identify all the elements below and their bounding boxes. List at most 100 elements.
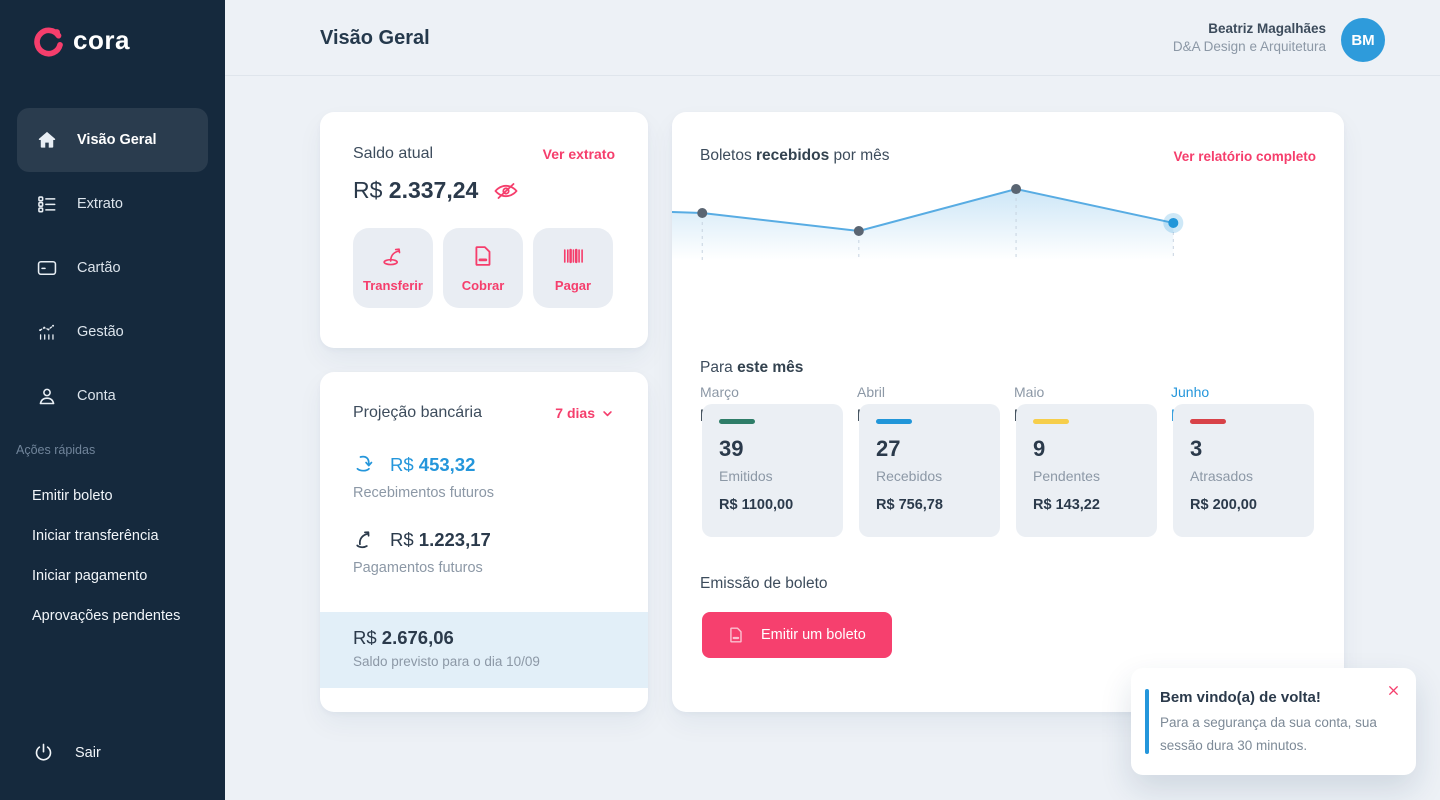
outgoing-amount: R$ 1.223,17 <box>390 529 491 551</box>
quick-actions-list: Emitir boletoIniciar transferênciaInicia… <box>0 476 225 636</box>
arrow-out-icon <box>353 527 378 552</box>
user-company: D&A Design e Arquitetura <box>1173 39 1326 54</box>
quick-actions-title: Ações rápidas <box>16 443 95 457</box>
logout-button[interactable]: Sair <box>32 741 101 764</box>
stat-card-pendentes: 9 Pendentes R$ 143,22 <box>1016 404 1157 537</box>
welcome-toast: Bem vindo(a) de volta! Para a segurança … <box>1131 668 1416 775</box>
cora-logo-text: cora <box>73 27 130 57</box>
stat-count: 3 <box>1190 436 1297 462</box>
stat-card-emitidos: 39 Emitidos R$ 1100,00 <box>702 404 843 537</box>
chart-point-junho <box>1168 218 1178 228</box>
stat-value: R$ 756,78 <box>876 497 983 513</box>
eye-off-icon[interactable] <box>492 179 520 203</box>
this-month-title: Para este mês <box>700 359 803 377</box>
avatar[interactable]: BM <box>1341 18 1385 62</box>
sidebar-item-label: Gestão <box>77 324 124 340</box>
stat-color-bar <box>1190 419 1226 424</box>
forecast-label: Saldo previsto para o dia 10/09 <box>353 654 615 669</box>
user-block: Beatriz Magalhães D&A Design e Arquitetu… <box>1173 21 1326 54</box>
sidebar-nav: Visão Geral Extrato Cartão Gestão Conta <box>0 108 225 428</box>
power-icon <box>32 741 55 764</box>
view-statement-link[interactable]: Ver extrato <box>543 146 615 162</box>
stat-card-atrasados: 3 Atrasados R$ 200,00 <box>1173 404 1314 537</box>
incoming-amount: R$ 453,32 <box>390 454 475 476</box>
transfer-icon <box>380 243 406 269</box>
user-icon <box>36 385 58 407</box>
stat-label: Recebidos <box>876 468 983 484</box>
pagar-button[interactable]: Pagar <box>533 228 613 308</box>
stat-label: Emitidos <box>719 468 826 484</box>
transferir-button[interactable]: Transferir <box>353 228 433 308</box>
list-icon <box>36 193 58 215</box>
emit-boleto-label: Emitir um boleto <box>761 627 866 643</box>
close-icon[interactable] <box>1386 683 1401 698</box>
sidebar-item-extrato[interactable]: Extrato <box>17 172 208 236</box>
balance-card-title: Saldo atual <box>353 145 433 163</box>
sidebar-item-label: Extrato <box>77 196 123 212</box>
tile-label: Cobrar <box>462 278 505 293</box>
cora-logo[interactable]: cora <box>32 26 130 58</box>
home-icon <box>36 129 58 151</box>
balance-actions: Transferir Cobrar Pagar <box>353 228 615 308</box>
arrow-in-icon <box>353 452 378 477</box>
sidebar-item-label: Conta <box>77 388 116 404</box>
emission-title: Emissão de boleto <box>700 575 828 593</box>
toast-title: Bem vindo(a) de volta! <box>1160 689 1321 706</box>
toast-accent-bar <box>1145 689 1149 754</box>
stat-count: 9 <box>1033 436 1140 462</box>
quick-action-aprovacoes-pendentes[interactable]: Aprovações pendentes <box>0 596 225 636</box>
chart-point-maio <box>1011 184 1021 194</box>
stat-card-recebidos: 27 Recebidos R$ 756,78 <box>859 404 1000 537</box>
toast-body: Para a segurança da sua conta, sua sessã… <box>1160 712 1384 758</box>
chevron-down-icon <box>600 406 615 421</box>
incoming-label: Recebimentos futuros <box>353 485 615 501</box>
quick-action-emitir-boleto[interactable]: Emitir boleto <box>0 476 225 516</box>
emit-boleto-button[interactable]: Emitir um boleto <box>702 612 892 658</box>
stat-value: R$ 143,22 <box>1033 497 1140 513</box>
chart-point-marco <box>697 208 707 218</box>
month-name: Abril <box>857 384 1007 400</box>
chart-icon <box>36 321 58 343</box>
boletos-chart <box>672 165 1344 260</box>
sidebar-item-label: Visão Geral <box>77 132 157 148</box>
sidebar-item-cartao[interactable]: Cartão <box>17 236 208 300</box>
period-dropdown[interactable]: 7 dias <box>555 405 615 421</box>
quick-action-iniciar-transferencia[interactable]: Iniciar transferência <box>0 516 225 556</box>
boletos-chart-title: Boletos recebidos por mês <box>700 147 890 165</box>
user-name: Beatriz Magalhães <box>1173 21 1326 36</box>
sidebar-item-conta[interactable]: Conta <box>17 364 208 428</box>
card-icon <box>36 257 58 279</box>
stat-count: 39 <box>719 436 826 462</box>
forecast-amount: R$ 2.676,06 <box>353 627 615 649</box>
document-icon <box>470 243 496 269</box>
month-name: Março <box>700 384 850 400</box>
quick-action-iniciar-pagamento[interactable]: Iniciar pagamento <box>0 556 225 596</box>
month-stats: 39EmitidosR$ 1100,0027RecebidosR$ 756,78… <box>702 404 1314 537</box>
tile-label: Pagar <box>555 278 591 293</box>
stat-color-bar <box>876 419 912 424</box>
stat-value: R$ 200,00 <box>1190 497 1297 513</box>
outgoing-label: Pagamentos futuros <box>353 560 615 576</box>
sidebar: cora Visão Geral Extrato Cartão Gestão Conta… <box>0 0 225 800</box>
balance-amount: R$ 2.337,24 <box>353 177 478 204</box>
cora-logo-icon <box>32 26 64 58</box>
balance-card: Saldo atual Ver extrato R$ 2.337,24 Tran… <box>320 112 648 348</box>
full-report-link[interactable]: Ver relatório completo <box>1173 149 1316 164</box>
month-name: Maio <box>1014 384 1164 400</box>
stat-label: Atrasados <box>1190 468 1297 484</box>
tile-label: Transferir <box>363 278 423 293</box>
stat-count: 27 <box>876 436 983 462</box>
stat-label: Pendentes <box>1033 468 1140 484</box>
chart-point-abril <box>854 226 864 236</box>
projection-forecast: R$ 2.676,06 Saldo previsto para o dia 10… <box>320 612 648 688</box>
stat-value: R$ 1100,00 <box>719 497 826 513</box>
logout-label: Sair <box>75 745 101 761</box>
stat-color-bar <box>719 419 755 424</box>
page-title: Visão Geral <box>320 27 430 50</box>
cobrar-button[interactable]: Cobrar <box>443 228 523 308</box>
sidebar-item-visao-geral[interactable]: Visão Geral <box>17 108 208 172</box>
month-name: Junho <box>1171 384 1321 400</box>
stat-color-bar <box>1033 419 1069 424</box>
sidebar-item-gestao[interactable]: Gestão <box>17 300 208 364</box>
period-label: 7 dias <box>555 405 595 421</box>
